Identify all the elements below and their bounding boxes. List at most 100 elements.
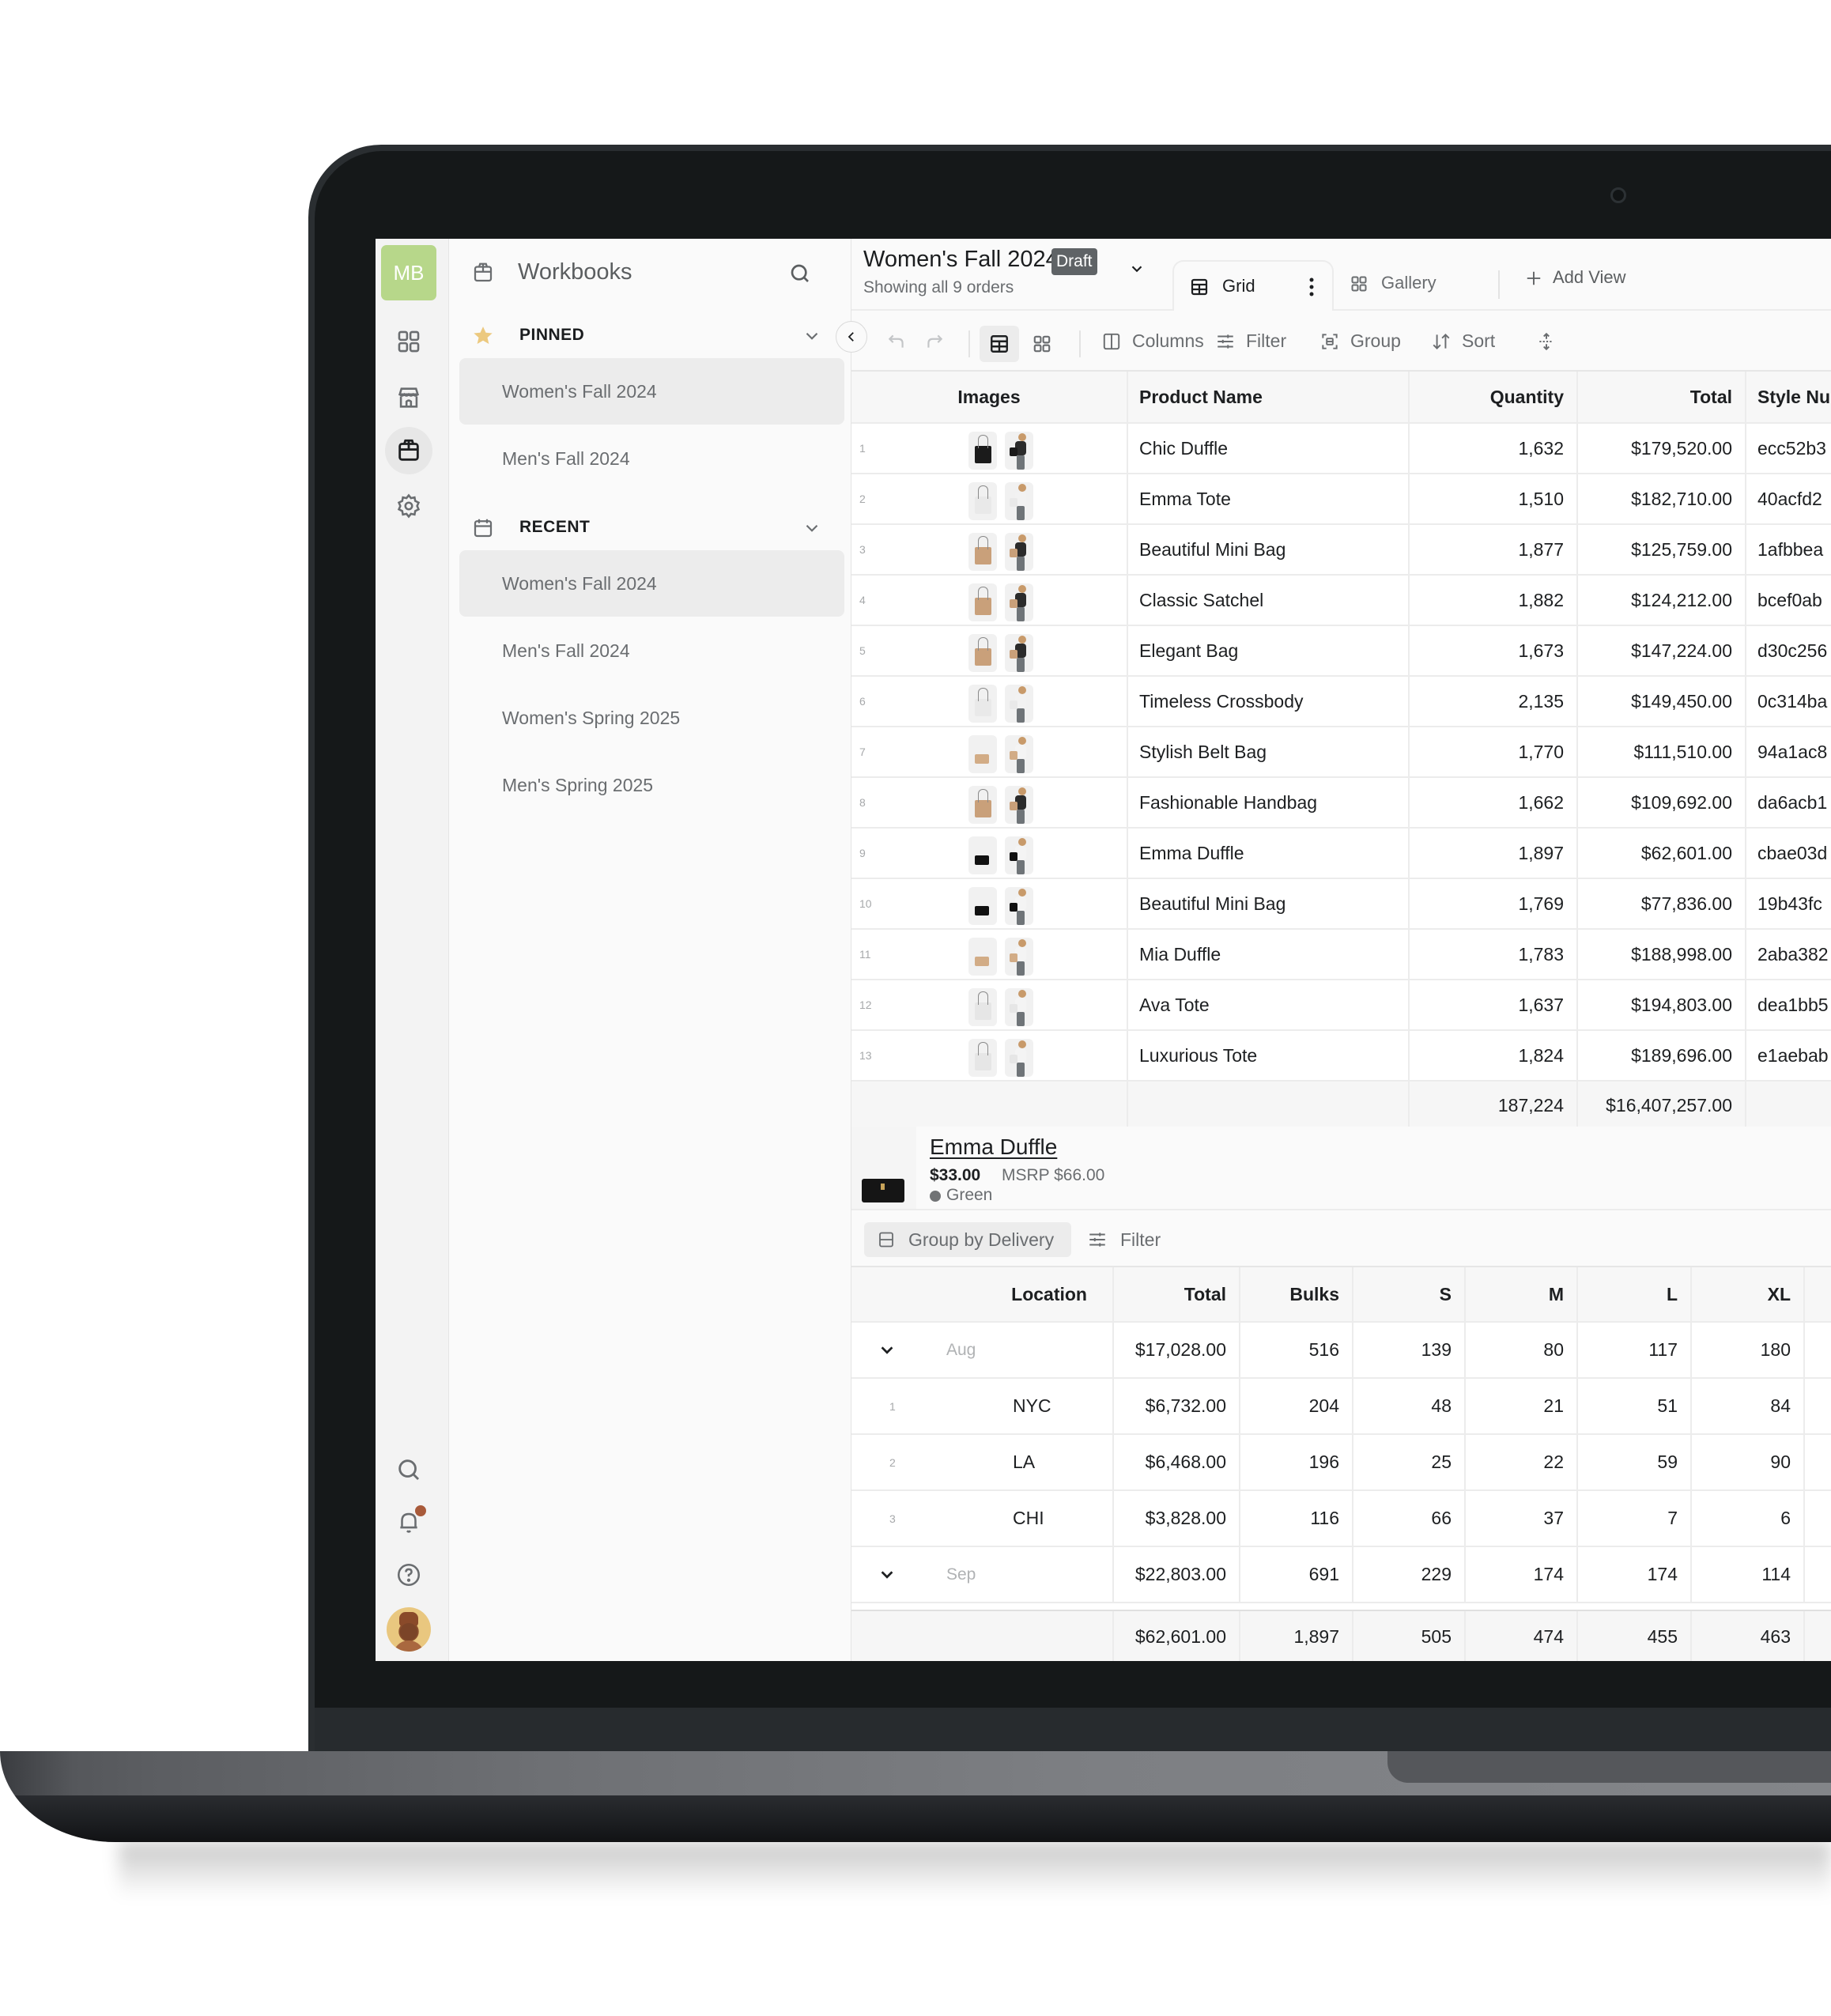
images-cell[interactable]: 12: [851, 980, 1128, 1029]
workspace-badge[interactable]: MB: [381, 245, 436, 300]
bulks-cell[interactable]: 196: [1240, 1435, 1353, 1489]
product-thumbnail[interactable]: [968, 685, 997, 723]
l-cell[interactable]: 117: [1578, 1323, 1692, 1377]
quantity-cell[interactable]: 1,783: [1410, 930, 1578, 979]
workbook-icon[interactable]: [385, 427, 432, 474]
bell-icon[interactable]: [385, 1498, 432, 1546]
product-name-cell[interactable]: Chic Duffle: [1128, 424, 1410, 473]
table-row[interactable]: 8 Fashionable Handbag 1,662 $109,692.00 da6a…: [851, 778, 1831, 829]
quantity-cell[interactable]: 1,637: [1410, 980, 1578, 1029]
m-cell[interactable]: 22: [1466, 1435, 1578, 1489]
total-cell[interactable]: $194,803.00: [1578, 980, 1746, 1029]
images-cell[interactable]: 9: [851, 829, 1128, 878]
pinned-section-header[interactable]: PINNED: [449, 316, 851, 356]
total-cell[interactable]: $125,759.00: [1578, 525, 1746, 574]
model-thumbnail[interactable]: [1005, 1039, 1033, 1077]
total-cell[interactable]: $179,520.00: [1578, 424, 1746, 473]
bulks-cell[interactable]: 116: [1240, 1491, 1353, 1546]
xl-cell[interactable]: 84: [1692, 1379, 1805, 1433]
undo-button[interactable]: [886, 311, 907, 372]
table-row[interactable]: 7 Stylish Belt Bag 1,770 $111,510.00 94a1ac8: [851, 727, 1831, 778]
quantity-cell[interactable]: 1,824: [1410, 1031, 1578, 1080]
column-header-images[interactable]: Images: [851, 372, 1128, 422]
chevron-down-icon[interactable]: [878, 1342, 896, 1359]
quantity-cell[interactable]: 2,135: [1410, 677, 1578, 726]
style-number-cell[interactable]: bcef0ab: [1746, 576, 1831, 625]
model-thumbnail[interactable]: [1005, 836, 1033, 874]
s-cell[interactable]: 139: [1353, 1323, 1466, 1377]
columns-button[interactable]: Columns: [1101, 311, 1204, 372]
quantity-cell[interactable]: 1,673: [1410, 626, 1578, 675]
product-thumbnail[interactable]: [968, 887, 997, 925]
column-header-location[interactable]: Location: [851, 1267, 1114, 1321]
s-cell[interactable]: 229: [1353, 1547, 1466, 1602]
quantity-cell[interactable]: 1,877: [1410, 525, 1578, 574]
images-cell[interactable]: 2: [851, 474, 1128, 523]
images-cell[interactable]: 11: [851, 930, 1128, 979]
style-number-cell[interactable]: 1afbbea: [1746, 525, 1831, 574]
images-cell[interactable]: 7: [851, 727, 1128, 776]
product-name-cell[interactable]: Timeless Crossbody: [1128, 677, 1410, 726]
row-height-button[interactable]: [1536, 311, 1557, 372]
help-icon[interactable]: [385, 1551, 432, 1599]
style-number-cell[interactable]: 0c314ba: [1746, 677, 1831, 726]
images-cell[interactable]: 10: [851, 879, 1128, 928]
table-row[interactable]: 2 Emma Tote 1,510 $182,710.00 40acfd2: [851, 474, 1831, 525]
images-cell[interactable]: 5: [851, 626, 1128, 675]
product-name-link[interactable]: Emma Duffle: [930, 1134, 1057, 1160]
table-row[interactable]: 10 Beautiful Mini Bag 1,769 $77,836.00 19b43…: [851, 879, 1831, 930]
model-thumbnail[interactable]: [1005, 887, 1033, 925]
l-cell[interactable]: 7: [1578, 1491, 1692, 1546]
group-row[interactable]: Aug $17,028.00 516 139 80 117 180: [851, 1323, 1831, 1379]
quantity-cell[interactable]: 1,897: [1410, 829, 1578, 878]
product-thumbnail[interactable]: [968, 735, 997, 773]
sidebar-search-icon[interactable]: [787, 261, 813, 286]
product-thumbnail[interactable]: [968, 482, 997, 520]
product-thumbnail[interactable]: [968, 938, 997, 976]
table-row[interactable]: 13 Luxurious Tote 1,824 $189,696.00 e1aebab: [851, 1031, 1831, 1082]
total-cell[interactable]: $109,692.00: [1578, 778, 1746, 827]
gallery-view-button[interactable]: [1022, 326, 1062, 362]
column-header-quantity[interactable]: Quantity: [1410, 372, 1578, 422]
settings-icon[interactable]: [385, 482, 432, 530]
recent-section-header[interactable]: RECENT: [449, 508, 851, 548]
s-cell[interactable]: 48: [1353, 1379, 1466, 1433]
m-cell[interactable]: 37: [1466, 1491, 1578, 1546]
total-cell[interactable]: $22,803.00: [1114, 1547, 1240, 1602]
total-cell[interactable]: $17,028.00: [1114, 1323, 1240, 1377]
images-cell[interactable]: 4: [851, 576, 1128, 625]
l-cell[interactable]: 59: [1578, 1435, 1692, 1489]
images-cell[interactable]: 8: [851, 778, 1128, 827]
total-cell[interactable]: $62,601.00: [1578, 829, 1746, 878]
product-name-cell[interactable]: Emma Tote: [1128, 474, 1410, 523]
style-number-cell[interactable]: cbae03d: [1746, 829, 1831, 878]
style-number-cell[interactable]: da6acb1: [1746, 778, 1831, 827]
location-cell[interactable]: 3 CHI: [851, 1491, 1114, 1546]
product-name-cell[interactable]: Emma Duffle: [1128, 829, 1410, 878]
table-row[interactable]: 3 CHI $3,828.00 116 66 37 7 6: [851, 1491, 1831, 1547]
product-name-cell[interactable]: Elegant Bag: [1128, 626, 1410, 675]
quantity-cell[interactable]: 1,662: [1410, 778, 1578, 827]
column-header-style-number[interactable]: Style Nu: [1746, 372, 1831, 422]
quantity-cell[interactable]: 1,882: [1410, 576, 1578, 625]
table-row[interactable]: 6 Timeless Crossbody 2,135 $149,450.00 0c314…: [851, 677, 1831, 727]
group-label-cell[interactable]: Aug: [851, 1323, 1114, 1377]
quantity-cell[interactable]: 1,510: [1410, 474, 1578, 523]
table-row[interactable]: 12 Ava Tote 1,637 $194,803.00 dea1bb5: [851, 980, 1831, 1031]
bulks-cell[interactable]: 516: [1240, 1323, 1353, 1377]
xl-cell[interactable]: 90: [1692, 1435, 1805, 1489]
model-thumbnail[interactable]: [1005, 634, 1033, 672]
chevron-down-icon[interactable]: [1128, 260, 1146, 277]
pinned-item[interactable]: Women's Fall 2024: [459, 358, 844, 425]
total-cell[interactable]: $149,450.00: [1578, 677, 1746, 726]
collapse-sidebar-button[interactable]: [836, 321, 867, 353]
pinned-item[interactable]: Men's Fall 2024: [459, 425, 844, 492]
model-thumbnail[interactable]: [1005, 938, 1033, 976]
table-row[interactable]: 1 NYC $6,732.00 204 48 21 51 84: [851, 1379, 1831, 1435]
column-header-product-name[interactable]: Product Name: [1128, 372, 1410, 422]
table-row[interactable]: 1 Chic Duffle 1,632 $179,520.00 ecc52b3: [851, 424, 1831, 474]
user-avatar[interactable]: [387, 1607, 431, 1652]
style-number-cell[interactable]: e1aebab: [1746, 1031, 1831, 1080]
quantity-cell[interactable]: 1,769: [1410, 879, 1578, 928]
model-thumbnail[interactable]: [1005, 533, 1033, 571]
